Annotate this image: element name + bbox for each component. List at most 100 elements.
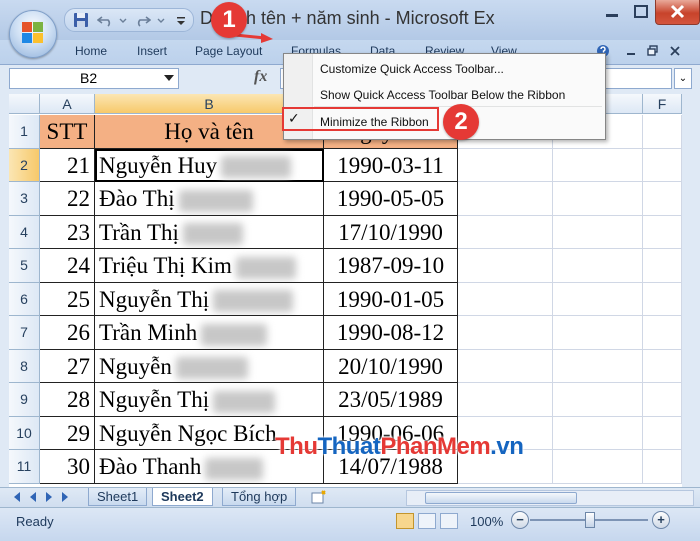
row-header[interactable]: 5	[9, 249, 40, 283]
save-icon[interactable]	[73, 12, 89, 28]
row-header[interactable]: 9	[9, 383, 40, 417]
cell[interactable]	[458, 182, 553, 216]
tab-insert[interactable]: Insert	[137, 44, 167, 58]
cell[interactable]	[458, 349, 553, 383]
prev-sheet-icon[interactable]	[30, 492, 36, 502]
first-sheet-icon[interactable]	[14, 492, 20, 502]
cell[interactable]	[458, 215, 553, 249]
cell-name[interactable]: Trần Thị	[95, 215, 324, 249]
cell-birth[interactable]: 1990-01-05	[324, 282, 458, 316]
zoom-level[interactable]: 100%	[470, 514, 503, 529]
row-header[interactable]: 2	[9, 148, 40, 182]
worksheet-grid[interactable]: A B C D E F 1STTHọ và tênNgày sinh221Ngu…	[9, 94, 682, 487]
close-window-button[interactable]	[655, 0, 700, 25]
cell[interactable]	[458, 383, 553, 417]
cell-stt[interactable]: 23	[40, 215, 95, 249]
cell[interactable]	[643, 148, 682, 182]
expand-formula-bar-icon[interactable]: ⌄	[674, 68, 692, 89]
workbook-minimize-icon[interactable]	[624, 44, 638, 58]
cell[interactable]	[553, 249, 643, 283]
cell[interactable]	[553, 450, 643, 484]
tab-home[interactable]: Home	[75, 44, 107, 58]
cell-name[interactable]: Nguyễn Thị	[95, 383, 324, 417]
cell-stt[interactable]: 25	[40, 282, 95, 316]
cell[interactable]	[553, 416, 643, 450]
insert-sheet-icon[interactable]	[310, 490, 328, 505]
cell-name[interactable]: Nguyễn Thị	[95, 282, 324, 316]
name-box-dropdown-icon[interactable]	[164, 75, 174, 81]
zoom-slider-thumb[interactable]	[585, 512, 595, 528]
cell[interactable]	[643, 416, 682, 450]
cell-birth[interactable]: 20/10/1990	[324, 349, 458, 383]
cell[interactable]	[643, 182, 682, 216]
cell-birth[interactable]: 1990-05-05	[324, 182, 458, 216]
column-header-a[interactable]: A	[40, 94, 95, 114]
workbook-restore-icon[interactable]	[646, 44, 660, 58]
sheet-tab-sheet1[interactable]: Sheet1	[88, 488, 148, 506]
cell-stt[interactable]: 30	[40, 450, 95, 484]
menu-item-show-qat-below[interactable]: Show Quick Access Toolbar Below the Ribb…	[320, 88, 565, 102]
cell-stt[interactable]: 27	[40, 349, 95, 383]
cell[interactable]	[643, 249, 682, 283]
page-break-view-icon[interactable]	[440, 513, 458, 529]
name-box[interactable]: B2	[9, 68, 179, 89]
cell-stt[interactable]: 26	[40, 316, 95, 350]
cell-stt[interactable]: 24	[40, 249, 95, 283]
cell[interactable]	[643, 349, 682, 383]
cell-name[interactable]: Trần Minh	[95, 316, 324, 350]
undo-icon[interactable]	[97, 12, 113, 28]
insert-function-icon[interactable]: fx	[254, 68, 267, 86]
minimize-window-icon[interactable]	[597, 0, 627, 24]
zoom-in-icon[interactable]: +	[652, 511, 670, 529]
cell-name[interactable]: Nguyễn	[95, 349, 324, 383]
next-sheet-icon[interactable]	[46, 492, 52, 502]
normal-view-icon[interactable]	[396, 513, 414, 529]
undo-dropdown-icon[interactable]	[115, 12, 131, 28]
cell-birth[interactable]: 17/10/1990	[324, 215, 458, 249]
customize-toolbar-dropdown-icon[interactable]	[173, 12, 189, 28]
cell[interactable]	[643, 282, 682, 316]
cell[interactable]	[553, 215, 643, 249]
workbook-close-icon[interactable]	[668, 44, 682, 58]
cell[interactable]	[643, 215, 682, 249]
cell[interactable]	[553, 182, 643, 216]
cell-stt[interactable]: 22	[40, 182, 95, 216]
cell-stt[interactable]: 28	[40, 383, 95, 417]
cell-birth[interactable]: 1990-03-11	[324, 148, 458, 182]
row-header[interactable]: 10	[9, 416, 40, 450]
cell[interactable]	[458, 148, 553, 182]
cell[interactable]	[553, 148, 643, 182]
zoom-out-icon[interactable]: −	[511, 511, 529, 529]
cell-birth[interactable]: 1987-09-10	[324, 249, 458, 283]
cell[interactable]	[458, 249, 553, 283]
cell[interactable]	[553, 282, 643, 316]
last-sheet-icon[interactable]	[62, 492, 68, 502]
cell[interactable]	[643, 450, 682, 484]
row-header[interactable]: 11	[9, 450, 40, 484]
redo-icon[interactable]	[135, 12, 151, 28]
scroll-thumb[interactable]	[425, 492, 577, 504]
cell-stt[interactable]: 21	[40, 148, 95, 182]
cell[interactable]	[643, 115, 682, 149]
cell[interactable]	[458, 316, 553, 350]
row-header[interactable]: 7	[9, 316, 40, 350]
cell-name[interactable]: Đào Thị	[95, 182, 324, 216]
cell[interactable]	[553, 383, 643, 417]
maximize-window-icon[interactable]	[627, 0, 655, 24]
cell-name[interactable]: Triệu Thị Kim	[95, 249, 324, 283]
cell-birth[interactable]: 1990-08-12	[324, 316, 458, 350]
redo-dropdown-icon[interactable]	[153, 12, 169, 28]
cell[interactable]	[458, 282, 553, 316]
sheet-tab-sheet2[interactable]: Sheet2	[152, 488, 213, 506]
row-header[interactable]: 1	[9, 115, 40, 149]
row-header[interactable]: 6	[9, 282, 40, 316]
select-all-corner[interactable]	[9, 94, 40, 114]
cell[interactable]	[553, 316, 643, 350]
tab-page-layout[interactable]: Page Layout	[195, 44, 262, 58]
row-header[interactable]: 8	[9, 349, 40, 383]
cell[interactable]	[643, 316, 682, 350]
cell-stt[interactable]: 29	[40, 416, 95, 450]
page-layout-view-icon[interactable]	[418, 513, 436, 529]
office-button[interactable]	[9, 10, 57, 58]
menu-item-customize-qat[interactable]: Customize Quick Access Toolbar...	[320, 62, 504, 76]
